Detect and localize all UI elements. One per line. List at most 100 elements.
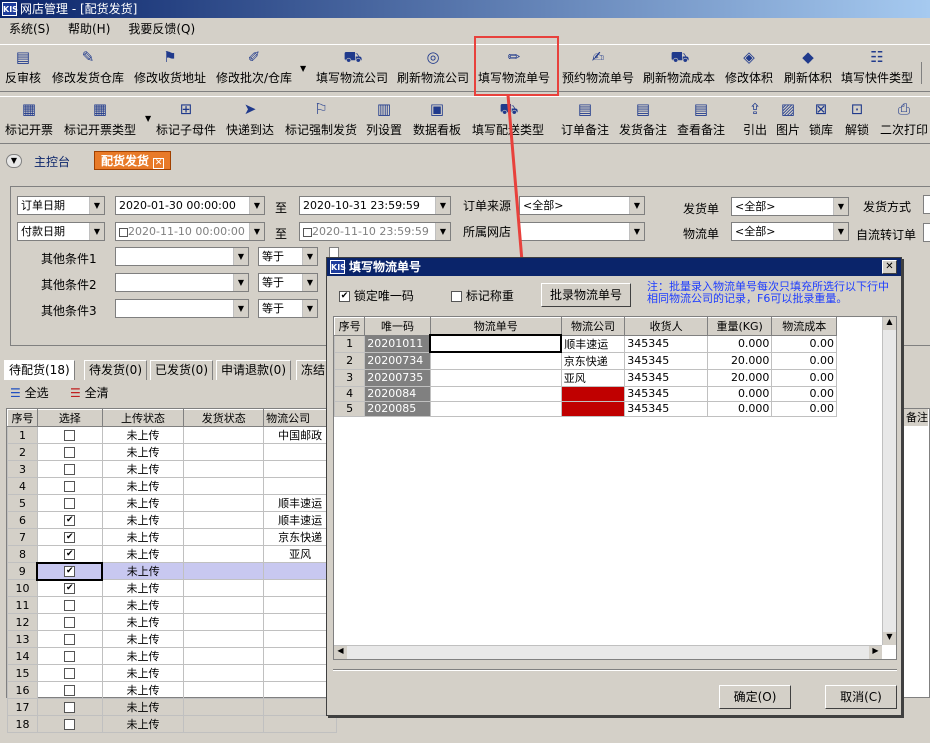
dlg-col-code[interactable]: 唯一码 <box>364 317 431 336</box>
scroll-down-icon[interactable]: ▼ <box>883 632 896 645</box>
order-date-to[interactable]: 2020-10-31 23:59:59 ▼ <box>299 196 451 215</box>
row-select[interactable] <box>36 477 103 495</box>
row-select[interactable] <box>36 681 103 699</box>
dlg-col-cost[interactable]: 物流成本 <box>771 317 837 336</box>
mark-weigh-check[interactable] <box>451 291 462 302</box>
col-header-select[interactable]: 选择 <box>36 409 103 427</box>
table-row[interactable]: 6 ✔ 未上传 顺丰速运 <box>7 511 337 529</box>
grid-tab-2[interactable]: 已发货(0) <box>150 360 213 380</box>
dlg-cell-no[interactable] <box>429 351 562 370</box>
lock-code-checkbox[interactable]: ✔ 锁定唯一码 <box>339 287 414 304</box>
row-checkbox[interactable]: ✔ <box>64 515 76 526</box>
col-header-ship-status[interactable]: 发货状态 <box>183 409 265 427</box>
row-checkbox[interactable] <box>64 719 76 730</box>
row-checkbox[interactable] <box>64 498 76 509</box>
table-row[interactable]: 3 未上传 <box>7 460 337 478</box>
dlg-col-tracking[interactable]: 物流单号 <box>429 317 562 336</box>
row-checkbox[interactable]: ✔ <box>64 583 76 595</box>
toolbar2-button-6[interactable]: ▣ 数据看板 <box>413 99 461 143</box>
pay-date-to[interactable]: 2020-11-10 23:59:59 ▼ <box>299 222 451 241</box>
row-select[interactable]: ✔ <box>36 561 104 581</box>
cond1-field[interactable]: ▼ <box>115 247 249 266</box>
toolbar2-button-4[interactable]: ⚐ 标记强制发货 <box>285 99 357 143</box>
order-date-type-select[interactable]: 订单日期 ▼ <box>17 196 105 215</box>
menu-item-2[interactable]: 我要反馈(Q) <box>119 18 204 40</box>
grid-tab-4[interactable]: 冻结 <box>296 360 331 380</box>
table-row[interactable]: 12 未上传 <box>7 613 337 631</box>
table-row[interactable]: 5 2020085 345345 0.000 0.00 <box>333 400 837 417</box>
toolbar2-button-3[interactable]: ➤ 快递到达 <box>226 99 274 143</box>
row-select[interactable]: ✔ <box>36 528 103 546</box>
chevron-down-icon[interactable]: ▼ <box>6 154 22 168</box>
toolbar-dropdown-arrow[interactable]: ▼ <box>300 64 306 73</box>
row-checkbox[interactable]: ✔ <box>64 532 76 543</box>
dlg-col-weight[interactable]: 重量(KG) <box>706 317 773 336</box>
toolbar2-button-13[interactable]: ⊠ 锁库 <box>809 99 833 143</box>
row-select[interactable] <box>36 715 103 733</box>
row-select[interactable] <box>36 426 103 444</box>
toolbar2-button-2[interactable]: ⊞ 标记子母件 <box>156 99 216 143</box>
toolbar1-button-0[interactable]: ▤ 反审核 <box>5 47 41 91</box>
toolbar1-button-5[interactable]: ◎ 刷新物流公司 <box>397 47 469 91</box>
row-select[interactable] <box>36 460 103 478</box>
toolbar1-button-8[interactable]: ⛟ 刷新物流成本 <box>643 47 715 91</box>
dlg-cell-no[interactable] <box>429 400 562 417</box>
toolbar1-button-2[interactable]: ⚑ 修改收货地址 <box>134 47 206 91</box>
table-row[interactable]: 2 未上传 <box>7 443 337 461</box>
row-checkbox[interactable] <box>64 430 76 441</box>
menu-item-1[interactable]: 帮助(H) <box>59 18 119 40</box>
row-checkbox[interactable] <box>64 464 76 475</box>
cond2-operator[interactable]: 等于 ▼ <box>258 273 318 292</box>
row-select[interactable] <box>36 596 103 614</box>
row-select[interactable] <box>36 647 103 665</box>
pay-date-from-checkbox[interactable] <box>119 227 128 237</box>
toolbar2-button-1[interactable]: ▦ 标记开票类型 <box>64 99 136 143</box>
cond3-field[interactable]: ▼ <box>115 299 249 318</box>
col-header-index[interactable]: 序号 <box>7 409 38 427</box>
scroll-up-icon[interactable]: ▲ <box>883 317 896 330</box>
table-row[interactable]: 16 未上传 <box>7 681 337 699</box>
toolbar2-button-8[interactable]: ▤ 订单备注 <box>561 99 609 143</box>
table-row[interactable]: 1 20201011 顺丰速运 345345 0.000 0.00 <box>333 334 837 353</box>
toolbar1-button-10[interactable]: ◆ 刷新体积 <box>784 47 832 91</box>
tab-home[interactable]: 主控台 <box>34 153 70 170</box>
table-row[interactable]: 14 未上传 <box>7 647 337 665</box>
grid-tab-1[interactable]: 待发货(0) <box>84 360 147 380</box>
row-checkbox[interactable] <box>64 481 76 492</box>
dlg-col-index[interactable]: 序号 <box>333 317 366 336</box>
row-checkbox[interactable] <box>64 447 76 458</box>
row-checkbox[interactable] <box>64 617 76 628</box>
table-row[interactable]: 1 未上传 中国邮政 <box>7 426 337 444</box>
toolbar2-button-12[interactable]: ▨ 图片 <box>776 99 800 143</box>
dlg-col-company[interactable]: 物流公司 <box>560 317 626 336</box>
clear-all-button[interactable]: ☰ 全清 <box>70 384 109 401</box>
cond3-operator[interactable]: 等于 ▼ <box>258 299 318 318</box>
table-row[interactable]: 2 20200734 京东快递 345345 20.000 0.00 <box>333 351 837 370</box>
toolbar-dropdown-arrow-2[interactable]: ▼ <box>145 114 151 123</box>
logistics-doc-select[interactable]: <全部> ▼ <box>731 222 849 241</box>
order-date-from[interactable]: 2020-01-30 00:00:00 ▼ <box>115 196 265 215</box>
dlg-cell-no[interactable] <box>429 385 562 402</box>
pay-date-from[interactable]: 2020-11-10 00:00:00 ▼ <box>115 222 265 241</box>
row-select[interactable] <box>36 698 103 716</box>
toolbar2-button-11[interactable]: ⇪ 引出 <box>743 99 767 143</box>
row-select[interactable]: ✔ <box>36 511 103 529</box>
table-row[interactable]: 3 20200735 亚风 345345 20.000 0.00 <box>333 368 837 387</box>
close-icon[interactable]: ✕ <box>153 158 165 169</box>
toolbar1-button-11[interactable]: ☷ 填写快件类型 <box>841 47 913 91</box>
row-select[interactable] <box>36 664 103 682</box>
col-header-upload[interactable]: 上传状态 <box>101 409 185 427</box>
scroll-right-icon[interactable]: ▶ <box>869 646 882 659</box>
toolbar2-button-9[interactable]: ▤ 发货备注 <box>619 99 667 143</box>
toolbar1-button-1[interactable]: ✎ 修改发货仓库 <box>52 47 124 91</box>
horizontal-scrollbar[interactable]: ◀ ▶ <box>334 645 882 659</box>
cancel-button[interactable]: 取消(C) <box>825 685 897 709</box>
table-row[interactable]: 18 未上传 <box>7 715 337 733</box>
row-checkbox[interactable]: ✔ <box>64 548 76 560</box>
table-row[interactable]: 13 未上传 <box>7 630 337 648</box>
grid-tab-3[interactable]: 申请退款(0) <box>216 360 291 380</box>
row-checkbox[interactable] <box>64 651 76 662</box>
row-select[interactable]: ✔ <box>36 545 103 563</box>
row-checkbox[interactable] <box>64 600 76 611</box>
row-checkbox[interactable] <box>64 702 76 713</box>
